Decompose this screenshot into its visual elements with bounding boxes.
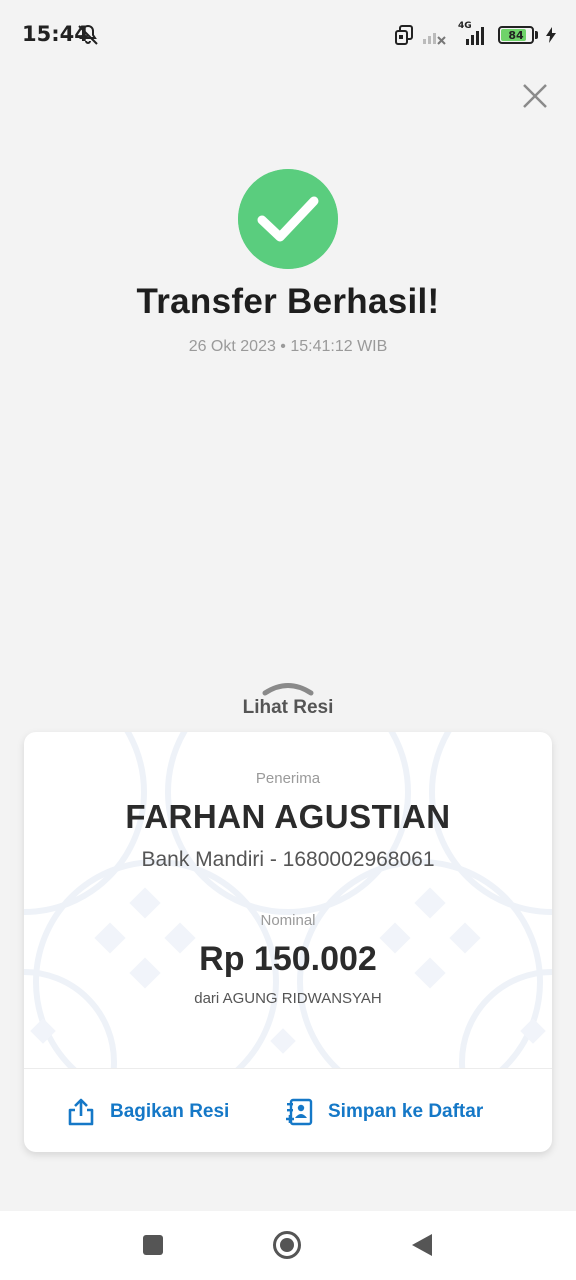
status-bar: 15:44 4G 84	[0, 0, 576, 70]
recipient-label: Penerima	[255, 770, 321, 787]
home-icon[interactable]	[272, 1230, 302, 1260]
amount-label: Nominal	[260, 912, 316, 929]
signal-icon: 4G	[456, 21, 490, 47]
share-receipt-label: Bagikan Resi	[110, 1101, 230, 1122]
card-divider	[24, 1068, 552, 1069]
save-to-list-button[interactable]: Simpan ke Daftar	[284, 1090, 483, 1134]
charging-icon	[546, 27, 556, 43]
battery-icon: 84	[498, 26, 538, 44]
system-nav-bar	[0, 1211, 576, 1280]
page-title: Transfer Berhasil!	[136, 282, 440, 321]
sender-name: dari AGUNG RIDWANSYAH	[194, 990, 382, 1007]
back-icon[interactable]	[410, 1232, 434, 1258]
screen-cast-icon	[395, 25, 413, 45]
chevron-up-icon[interactable]	[262, 680, 314, 696]
recipient-bank-account: Bank Mandiri - 1680002968061	[141, 848, 435, 871]
success-check-icon	[238, 169, 338, 269]
status-indicators: 4G 84	[394, 21, 556, 48]
transfer-amount: Rp 150.002	[199, 940, 377, 978]
add-contact-icon	[286, 1098, 313, 1126]
share-icon	[68, 1098, 94, 1126]
share-receipt-button[interactable]: Bagikan Resi	[66, 1090, 229, 1134]
recipient-name: FARHAN AGUSTIAN	[125, 798, 451, 835]
mute-icon	[78, 24, 98, 45]
recents-icon[interactable]	[142, 1234, 164, 1256]
signal-icon	[423, 33, 446, 45]
receipt-card: Penerima FARHAN AGUSTIAN Bank Mandiri - …	[24, 732, 552, 1152]
transfer-datetime: 26 Okt 2023 • 15:41:12 WIB	[188, 338, 388, 355]
save-to-list-label: Simpan ke Daftar	[328, 1101, 484, 1122]
view-receipt-toggle[interactable]: Lihat Resi	[0, 697, 576, 719]
battery-level: 84	[508, 28, 524, 42]
close-icon[interactable]	[520, 81, 550, 111]
